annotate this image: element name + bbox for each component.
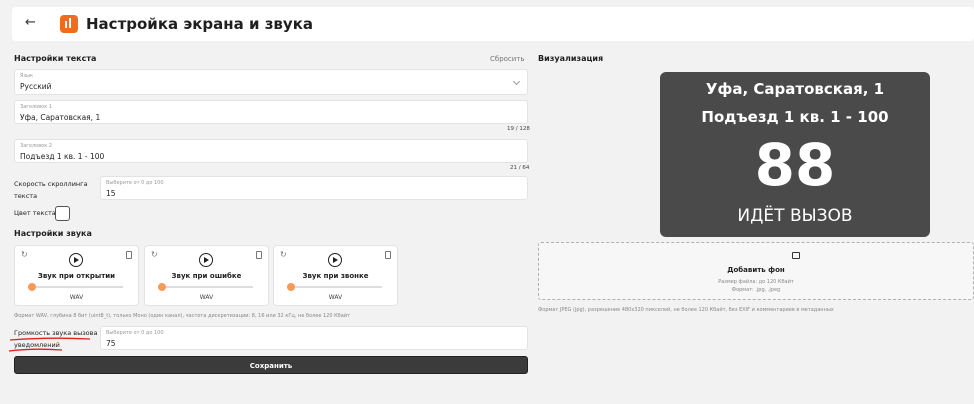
refresh-icon[interactable]: ↻ bbox=[21, 251, 28, 259]
background-requirements: Формат JPEG (jpg), разрешение 480x320 пи… bbox=[538, 307, 834, 313]
save-button[interactable]: Сохранить bbox=[14, 356, 528, 374]
play-icon[interactable] bbox=[328, 253, 342, 267]
refresh-icon[interactable]: ↻ bbox=[151, 251, 158, 259]
preview-status: ИДЁТ ВЫЗОВ bbox=[737, 206, 853, 226]
sound-card-open: ↻ Звук при открытии WAV bbox=[14, 245, 139, 306]
scroll-speed-input[interactable]: Выберите от 0 до 100 15 bbox=[100, 176, 528, 200]
chevron-down-icon bbox=[512, 77, 521, 86]
sound-card-call: ↻ Звук при звонке WAV bbox=[273, 245, 398, 306]
language-label: Язык bbox=[20, 73, 34, 79]
sound-format: WAV bbox=[69, 294, 84, 301]
heading1-counter: 19 / 128 bbox=[507, 126, 530, 132]
sound-card-error: ↻ Звук при ошибке WAV bbox=[144, 245, 269, 306]
file-format-hint: Формат: .jpg, .jpeg bbox=[731, 287, 781, 293]
scroll-speed-value: 15 bbox=[106, 189, 116, 198]
volume-slider-thumb[interactable] bbox=[287, 283, 295, 291]
screen-preview: Уфа, Саратовская, 1 Подъезд 1 кв. 1 - 10… bbox=[660, 72, 930, 237]
scroll-speed-label-line2: текста bbox=[14, 192, 38, 200]
app-logo-icon bbox=[60, 15, 78, 33]
scroll-speed-hint: Выберите от 0 до 100 bbox=[106, 180, 164, 186]
text-settings-title: Настройки текста bbox=[14, 54, 97, 63]
play-icon[interactable] bbox=[199, 253, 213, 267]
preview-line1: Уфа, Саратовская, 1 bbox=[705, 80, 885, 98]
sound-format: WAV bbox=[328, 294, 343, 301]
refresh-icon[interactable]: ↻ bbox=[280, 251, 287, 259]
visualization-title: Визуализация bbox=[538, 54, 604, 63]
annotation-underline bbox=[8, 337, 91, 352]
volume-slider-thumb[interactable] bbox=[28, 283, 36, 291]
upload-file-icon[interactable] bbox=[256, 251, 262, 259]
language-value: Русский bbox=[20, 82, 52, 91]
heading2-label: Заголовок 2 bbox=[20, 143, 53, 149]
file-size-hint: Размер файла: до 120 Кбайт bbox=[718, 279, 794, 285]
volume-slider-track[interactable] bbox=[289, 286, 382, 288]
sound-format-hint: Формат WAV, глубина 8 бит (uint8_t), тол… bbox=[14, 313, 350, 319]
heading2-counter: 21 / 64 bbox=[510, 165, 530, 171]
page-title: Настройка экрана и звука bbox=[86, 15, 313, 33]
sound-name: Звук при ошибке bbox=[171, 272, 242, 280]
page-header: ← Настройка экрана и звука bbox=[12, 7, 974, 41]
volume-slider-thumb[interactable] bbox=[158, 283, 166, 291]
heading1-label: Заголовок 1 bbox=[20, 104, 53, 110]
heading1-input[interactable]: Заголовок 1 Уфа, Саратовская, 1 bbox=[14, 100, 528, 124]
text-color-label: Цвет текста bbox=[14, 209, 56, 217]
upload-file-icon[interactable] bbox=[385, 251, 391, 259]
scroll-speed-label-line1: Скорость скроллинга bbox=[14, 180, 88, 188]
text-color-picker[interactable] bbox=[55, 206, 70, 221]
sound-name: Звук при открытии bbox=[37, 272, 116, 280]
volume-value: 75 bbox=[106, 339, 116, 348]
language-select[interactable]: Язык Русский bbox=[14, 69, 528, 95]
volume-input[interactable]: Выберите от 0 до 100 75 bbox=[100, 326, 528, 350]
back-arrow-icon[interactable]: ← bbox=[25, 16, 36, 30]
background-dropzone[interactable]: Добавить фон Размер файла: до 120 Кбайт … bbox=[538, 242, 974, 300]
play-icon[interactable] bbox=[69, 253, 83, 267]
sound-settings-title: Настройки звука bbox=[14, 229, 92, 238]
image-icon bbox=[792, 252, 800, 259]
heading1-value: Уфа, Саратовская, 1 bbox=[20, 113, 101, 122]
add-background-label: Добавить фон bbox=[727, 266, 785, 274]
preview-line2: Подъезд 1 кв. 1 - 100 bbox=[701, 108, 889, 126]
volume-slider-track[interactable] bbox=[160, 286, 253, 288]
scroll-speed-label: Скорость скроллинга текста bbox=[14, 178, 88, 202]
reset-link[interactable]: Сбросить bbox=[490, 55, 525, 63]
sound-name: Звук при звонке bbox=[302, 272, 369, 280]
preview-number: 88 bbox=[754, 131, 836, 199]
volume-hint: Выберите от 0 до 100 bbox=[106, 330, 164, 336]
heading2-input[interactable]: Заголовок 2 Подъезд 1 кв. 1 - 100 bbox=[14, 139, 528, 163]
sound-format: WAV bbox=[199, 294, 214, 301]
heading2-value: Подъезд 1 кв. 1 - 100 bbox=[20, 152, 105, 161]
upload-file-icon[interactable] bbox=[126, 251, 132, 259]
volume-slider-track[interactable] bbox=[30, 286, 123, 288]
